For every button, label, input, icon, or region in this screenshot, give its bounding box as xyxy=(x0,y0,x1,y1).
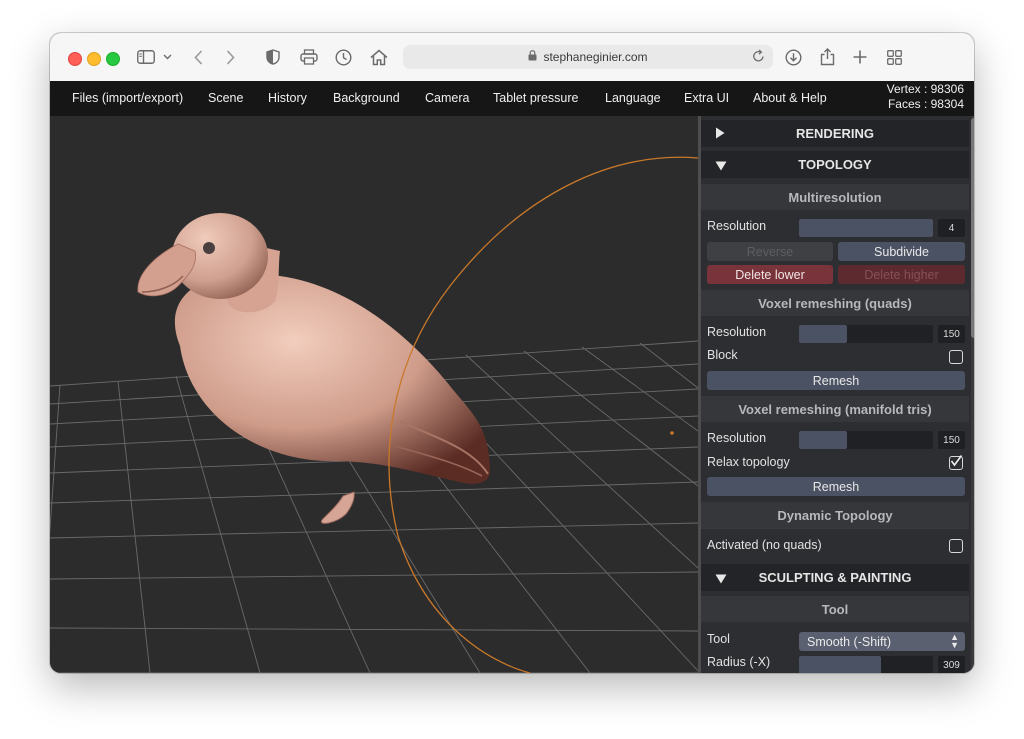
panel-scrollbar[interactable] xyxy=(971,116,974,673)
multires-resolution-label: Resolution xyxy=(707,219,767,233)
triangle-down-icon xyxy=(715,159,727,174)
menu-about-help[interactable]: About & Help xyxy=(753,91,827,105)
select-arrows-icon: ▲ ▼ xyxy=(950,632,959,650)
voxel-tris-resolution-slider[interactable] xyxy=(799,431,933,449)
mesh-stats: Vertex : 98306 Faces : 98304 xyxy=(887,82,964,112)
section-rendering[interactable]: RENDERING xyxy=(701,120,969,147)
triangle-right-icon xyxy=(715,127,725,142)
scene-canvas xyxy=(50,156,698,673)
section-rendering-title: RENDERING xyxy=(795,126,874,141)
plus-icon[interactable] xyxy=(853,46,867,68)
url-text: stephaneginier.com xyxy=(543,50,648,64)
brush-center-dot xyxy=(670,431,674,435)
menu-extra-ui[interactable]: Extra UI xyxy=(684,91,729,105)
reload-icon[interactable] xyxy=(752,49,765,66)
divider xyxy=(701,528,969,529)
face-count: Faces : 98304 xyxy=(887,97,964,111)
checkmark-icon xyxy=(950,455,963,467)
panel-scroll-thumb[interactable] xyxy=(971,118,974,338)
remesh-tris-button[interactable]: Remesh xyxy=(707,477,965,496)
dynamic-topology-header: Dynamic Topology xyxy=(701,502,969,528)
section-topology-title: TOPOLOGY xyxy=(798,157,872,172)
minimize-window-button[interactable] xyxy=(87,52,101,66)
download-icon[interactable] xyxy=(785,46,802,68)
slider-fill xyxy=(799,656,881,673)
share-icon[interactable] xyxy=(820,46,835,68)
section-sculpting-title: SCULPTING & PAINTING xyxy=(758,570,912,585)
radius-value[interactable]: 309 xyxy=(938,656,965,673)
tool-header: Tool xyxy=(701,596,969,622)
tool-select[interactable]: Smooth (-Shift) ▲ ▼ xyxy=(799,632,965,651)
zoom-window-button[interactable] xyxy=(106,52,120,66)
delete-lower-button[interactable]: Delete lower xyxy=(707,265,833,284)
voxel-quads-resolution-label: Resolution xyxy=(707,325,767,339)
slider-fill xyxy=(799,219,933,237)
voxel-quads-resolution-slider[interactable] xyxy=(799,325,933,343)
multiresolution-header: Multiresolution xyxy=(701,184,969,210)
sidebar-icon[interactable] xyxy=(137,46,155,68)
menu-language[interactable]: Language xyxy=(605,91,661,105)
address-bar[interactable]: stephaneginier.com xyxy=(403,45,773,69)
3d-viewport[interactable] xyxy=(50,116,698,673)
subdivide-button[interactable]: Subdivide xyxy=(838,242,965,261)
dynamic-activated-label: Activated (no quads) xyxy=(707,538,822,552)
relax-topology-checkbox[interactable] xyxy=(949,455,963,470)
tool-select-value: Smooth (-Shift) xyxy=(807,634,892,649)
tabs-grid-icon[interactable] xyxy=(887,46,902,68)
back-icon[interactable] xyxy=(194,46,203,68)
browser-window: stephaneginier.com Files (import/export)… xyxy=(50,33,974,673)
chevron-down-icon[interactable] xyxy=(163,46,172,68)
app-menu-bar: Files (import/export) Scene History Back… xyxy=(50,81,974,116)
section-sculpting-painting[interactable]: SCULPTING & PAINTING xyxy=(701,564,969,591)
multires-resolution-slider[interactable] xyxy=(799,219,933,237)
vertex-count: Vertex : 98306 xyxy=(886,82,964,96)
slider-fill xyxy=(799,431,848,449)
reverse-button[interactable]: Reverse xyxy=(707,242,833,261)
block-label: Block xyxy=(707,348,738,362)
remesh-quads-button[interactable]: Remesh xyxy=(707,371,965,390)
tool-label: Tool xyxy=(707,632,730,646)
radius-slider[interactable] xyxy=(799,656,933,673)
duck-model[interactable] xyxy=(137,213,490,524)
voxel-quads-resolution-value[interactable]: 150 xyxy=(938,325,965,343)
dynamic-activated-checkbox[interactable] xyxy=(949,539,963,553)
menu-tablet-pressure[interactable]: Tablet pressure xyxy=(493,91,578,105)
lock-icon xyxy=(528,50,537,64)
radius-label: Radius (-X) xyxy=(707,655,771,669)
voxel-tris-resolution-label: Resolution xyxy=(707,431,767,445)
menu-scene[interactable]: Scene xyxy=(208,91,243,105)
section-topology[interactable]: TOPOLOGY xyxy=(701,151,969,178)
control-panel: RENDERING TOPOLOGY Multiresolution Resol… xyxy=(698,116,974,673)
menu-camera[interactable]: Camera xyxy=(425,91,469,105)
shield-icon[interactable] xyxy=(266,46,280,68)
voxel-tris-header: Voxel remeshing (manifold tris) xyxy=(701,396,969,422)
printer-icon[interactable] xyxy=(300,46,318,68)
voxel-tris-resolution-value[interactable]: 150 xyxy=(938,431,965,449)
menu-background[interactable]: Background xyxy=(333,91,400,105)
slider-fill xyxy=(799,325,848,343)
multires-resolution-value[interactable]: 4 xyxy=(938,219,965,237)
triangle-down-icon xyxy=(715,572,727,587)
block-checkbox[interactable] xyxy=(949,350,963,364)
forward-icon[interactable] xyxy=(226,46,235,68)
delete-higher-button[interactable]: Delete higher xyxy=(838,265,965,284)
voxel-quads-header: Voxel remeshing (quads) xyxy=(701,290,969,316)
home-icon[interactable] xyxy=(370,46,388,68)
menu-files[interactable]: Files (import/export) xyxy=(72,91,183,105)
menu-history[interactable]: History xyxy=(268,91,307,105)
relax-topology-label: Relax topology xyxy=(707,455,790,469)
clock-icon[interactable] xyxy=(335,46,352,68)
close-window-button[interactable] xyxy=(68,52,82,66)
browser-toolbar: stephaneginier.com xyxy=(50,33,974,82)
